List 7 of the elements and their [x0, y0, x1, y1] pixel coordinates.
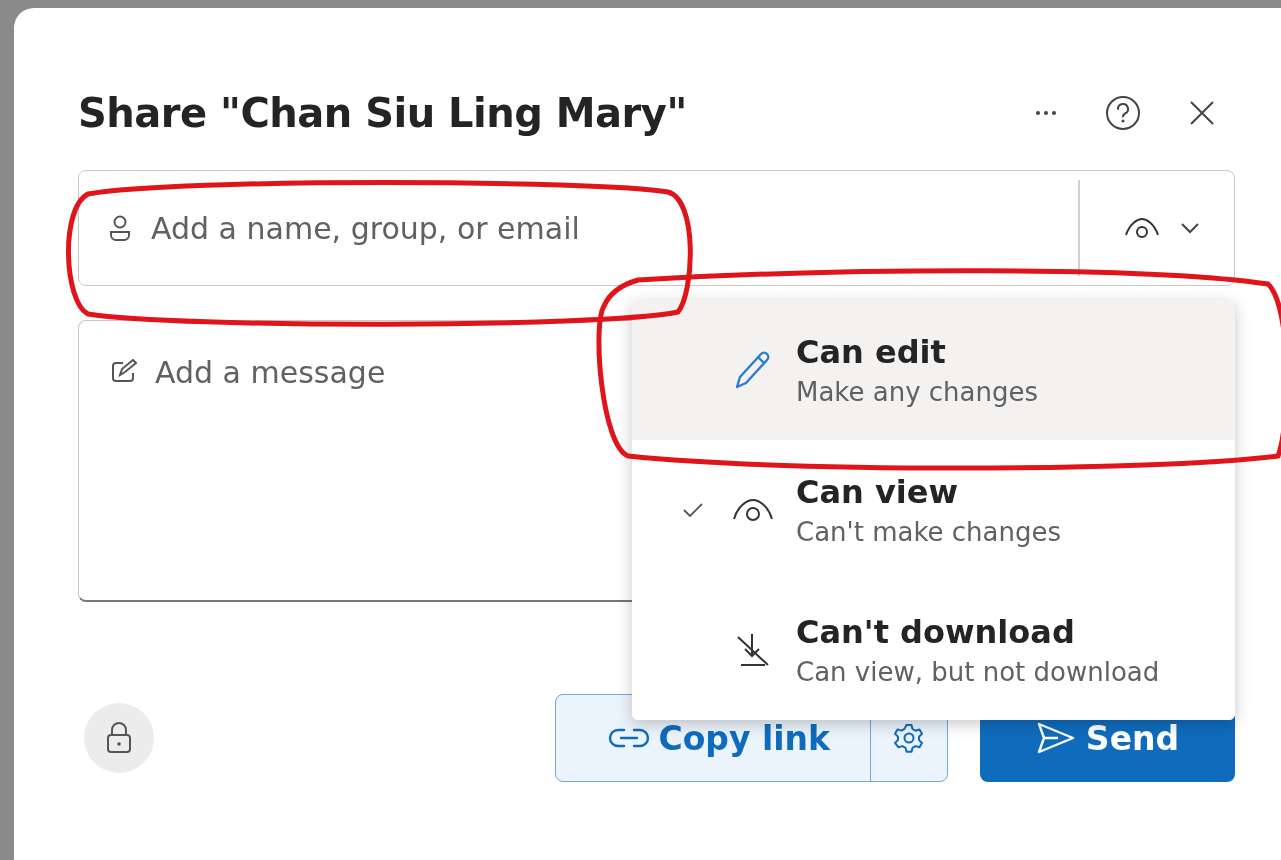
- option-label: Can view: [796, 473, 960, 511]
- option-description: Can view, but not download: [796, 657, 1160, 687]
- option-label: Can edit: [796, 333, 947, 371]
- option-description: Make any changes: [796, 377, 1039, 407]
- option-label: Can't download: [796, 613, 1076, 651]
- option-description: Can't make changes: [796, 517, 1062, 547]
- dialog-title: Share "Chan Siu Ling Mary": [78, 90, 688, 136]
